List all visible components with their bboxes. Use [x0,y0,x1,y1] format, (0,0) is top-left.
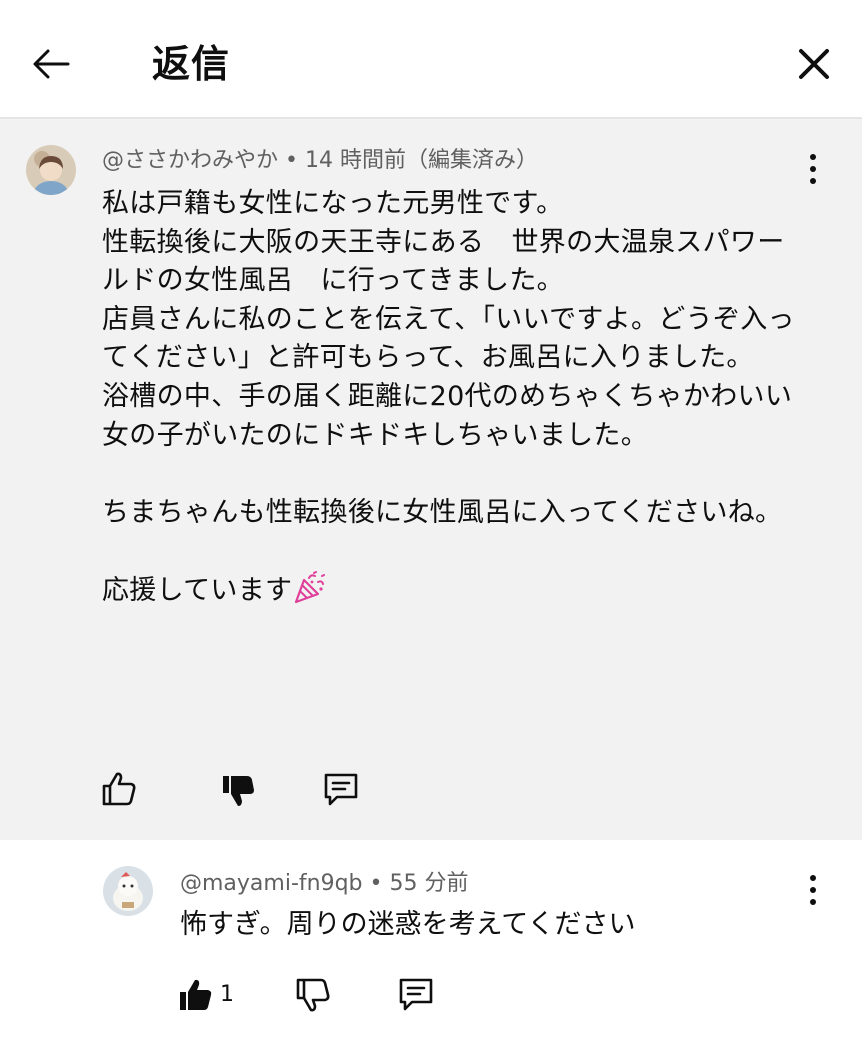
more-options-button[interactable] [801,149,825,189]
reply-reply-button[interactable] [396,975,436,1015]
kebab-dot [810,178,816,184]
reply-timestamp: 55 分前 [389,871,469,896]
dislike-button[interactable] [218,771,258,811]
reply-author-name[interactable]: @mayami-fn9qb [180,871,363,896]
like-icon [102,772,136,806]
reply-body: 怖すぎ。周りの迷惑を考えてください [180,909,636,940]
reply-button[interactable] [321,770,361,810]
blank-line: ​ [102,455,802,494]
main-comment: @ささかわみやか • 14 時間前（編集済み） 私は戸籍も女性になった元男性です… [0,119,862,840]
comment-paragraph: ちまちゃんも性転換後に女性風呂に入ってくださいね。 [102,496,783,528]
timestamp: 14 時間前（編集済み） [305,148,538,173]
meta-separator: • [285,148,298,173]
kebab-dot [810,166,816,172]
comment-paragraph: 応援しています [102,570,802,611]
back-arrow-icon [33,49,70,79]
kebab-dot [810,899,816,905]
comment-body: 私は戸籍も女性になった元男性です。 性転換後に大阪の天王寺にある 世界の大温泉ス… [102,185,802,611]
back-button[interactable] [28,40,76,88]
kebab-dot [810,154,816,160]
closing-line: 応援しています [102,574,293,606]
reply-meta: @mayami-fn9qb • 55 分前 [180,869,469,899]
dislike-icon [296,978,330,1012]
comment-paragraph: 私は戸籍も女性になった元男性です。 [102,188,564,219]
like-button[interactable] [99,769,139,809]
reply-more-options-button[interactable] [801,870,825,910]
page-title: 返信 [152,42,231,86]
party-popper-icon [295,570,326,604]
reply-dislike-button[interactable] [293,975,333,1015]
comment-paragraph: 店員さんに私のことを伝えて、「いいですよ。どうぞ入ってください」と許可もらって、… [102,303,795,374]
header: 返信 [0,0,862,119]
kebab-dot [810,887,816,893]
reply-like-button[interactable] [176,975,216,1015]
comment-meta: @ささかわみやか • 14 時間前（編集済み） [102,146,538,176]
close-icon [799,49,829,79]
avatar[interactable] [26,145,76,195]
author-name[interactable]: @ささかわみやか [102,148,278,173]
dislike-filled-icon [223,776,254,806]
like-filled-icon [180,979,212,1010]
like-count: 1 [220,982,234,1007]
comment-paragraph: 浴槽の中、手の届く距離に20代のめちゃくちゃかわいい女の子がいたのにドキドキしち… [102,380,793,451]
comment-paragraph: 性転換後に大阪の天王寺にある 世界の大温泉スパワールドの女性風呂 に行ってきまし… [102,226,785,297]
close-button[interactable] [792,42,836,86]
kebab-dot [810,875,816,881]
reply-icon [399,978,433,1011]
meta-separator: • [369,871,383,896]
reply-avatar[interactable] [103,866,153,916]
blank-line: ​ [102,532,802,571]
reply-icon [324,773,358,806]
